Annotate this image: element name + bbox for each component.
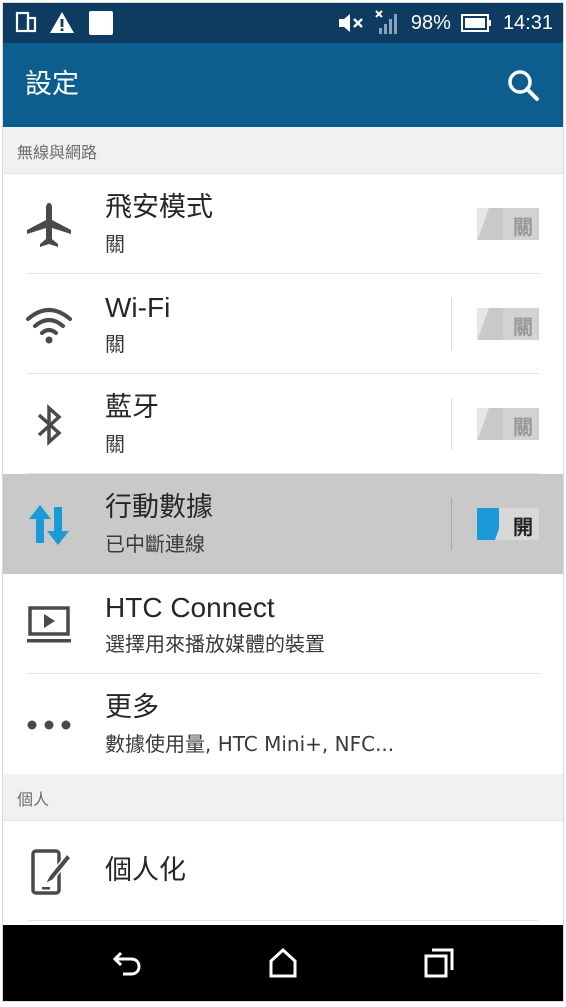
more-dots-icon — [27, 720, 71, 730]
sim-icon — [15, 11, 37, 33]
switch-label: 關 — [513, 315, 533, 339]
warning-icon — [50, 12, 74, 33]
setting-mobile-data[interactable]: 行動數據 已中斷連線 開 — [3, 474, 563, 574]
cast-screen-icon — [27, 606, 71, 643]
recents-icon[interactable] — [423, 947, 455, 979]
status-bar: 98% 14:31 — [3, 3, 563, 43]
setting-personalize[interactable]: 個人化 — [3, 821, 563, 921]
mobile-data-switch[interactable]: 開 — [477, 508, 539, 540]
section-header-wireless: 無線與網路 — [3, 127, 563, 174]
divider — [27, 920, 539, 921]
setting-bluetooth[interactable]: 藍牙 關 關 — [3, 374, 563, 474]
switch-label: 關 — [513, 415, 533, 439]
setting-htc-connect[interactable]: HTC Connect 選擇用來播放媒體的裝置 — [3, 574, 563, 674]
screen: 98% 14:31 設定 無線與網路 飛安模式 關 關 Wi-Fi 關 關 藍牙… — [3, 3, 563, 1001]
back-icon[interactable] — [111, 947, 143, 979]
clock: 14:31 — [502, 12, 553, 34]
battery-icon — [460, 14, 491, 32]
wifi-switch[interactable]: 關 — [477, 308, 539, 340]
section-header-label: 個人 — [17, 790, 50, 809]
setting-subtitle: 選擇用來播放媒體的裝置 — [105, 632, 325, 656]
notification-square-icon — [89, 11, 113, 35]
data-arrows-icon — [29, 505, 69, 545]
setting-subtitle: 關 — [105, 332, 125, 356]
switch-label: 開 — [513, 515, 533, 539]
setting-subtitle: 數據使用量, HTC Mini+, NFC... — [105, 732, 395, 756]
setting-title: Wi-Fi — [105, 292, 171, 323]
section-header-personal: 個人 — [3, 774, 563, 821]
page-title: 設定 — [25, 69, 79, 100]
section-header-label: 無線與網路 — [17, 143, 98, 162]
settings-list: 無線與網路 飛安模式 關 關 Wi-Fi 關 關 藍牙 關 關 行動數據 已中斷… — [3, 127, 563, 925]
home-icon[interactable] — [267, 947, 299, 979]
setting-subtitle: 關 — [105, 432, 125, 456]
setting-title: 更多 — [105, 692, 159, 723]
wifi-icon — [26, 308, 72, 344]
bluetooth-switch[interactable]: 關 — [477, 408, 539, 440]
setting-subtitle: 關 — [105, 232, 125, 256]
vertical-separator — [451, 398, 452, 450]
airplane-mode-switch[interactable]: 關 — [477, 208, 539, 240]
setting-title: 藍牙 — [105, 392, 159, 423]
app-bar: 設定 — [3, 43, 563, 127]
setting-title: HTC Connect — [105, 592, 275, 623]
bluetooth-icon — [37, 404, 62, 446]
personalize-icon — [31, 849, 73, 895]
status-left-icons — [15, 9, 115, 37]
search-icon[interactable] — [505, 67, 541, 103]
setting-airplane-mode[interactable]: 飛安模式 關 關 — [3, 174, 563, 274]
setting-title: 飛安模式 — [105, 192, 213, 223]
mute-icon — [338, 14, 363, 32]
airplane-icon — [27, 203, 71, 247]
navigation-bar — [3, 925, 563, 1001]
setting-subtitle: 已中斷連線 — [105, 532, 205, 556]
status-right-icons: 98% 14:31 — [337, 9, 553, 37]
vertical-separator — [451, 498, 452, 550]
switch-label: 關 — [513, 215, 533, 239]
setting-title: 個人化 — [105, 855, 186, 886]
battery-percent: 98% — [410, 12, 451, 34]
setting-more[interactable]: 更多 數據使用量, HTC Mini+, NFC... — [3, 674, 563, 774]
setting-wifi[interactable]: Wi-Fi 關 關 — [3, 274, 563, 374]
signal-no-service-icon — [375, 10, 397, 34]
setting-title: 行動數據 — [105, 492, 213, 523]
vertical-separator — [451, 298, 452, 350]
